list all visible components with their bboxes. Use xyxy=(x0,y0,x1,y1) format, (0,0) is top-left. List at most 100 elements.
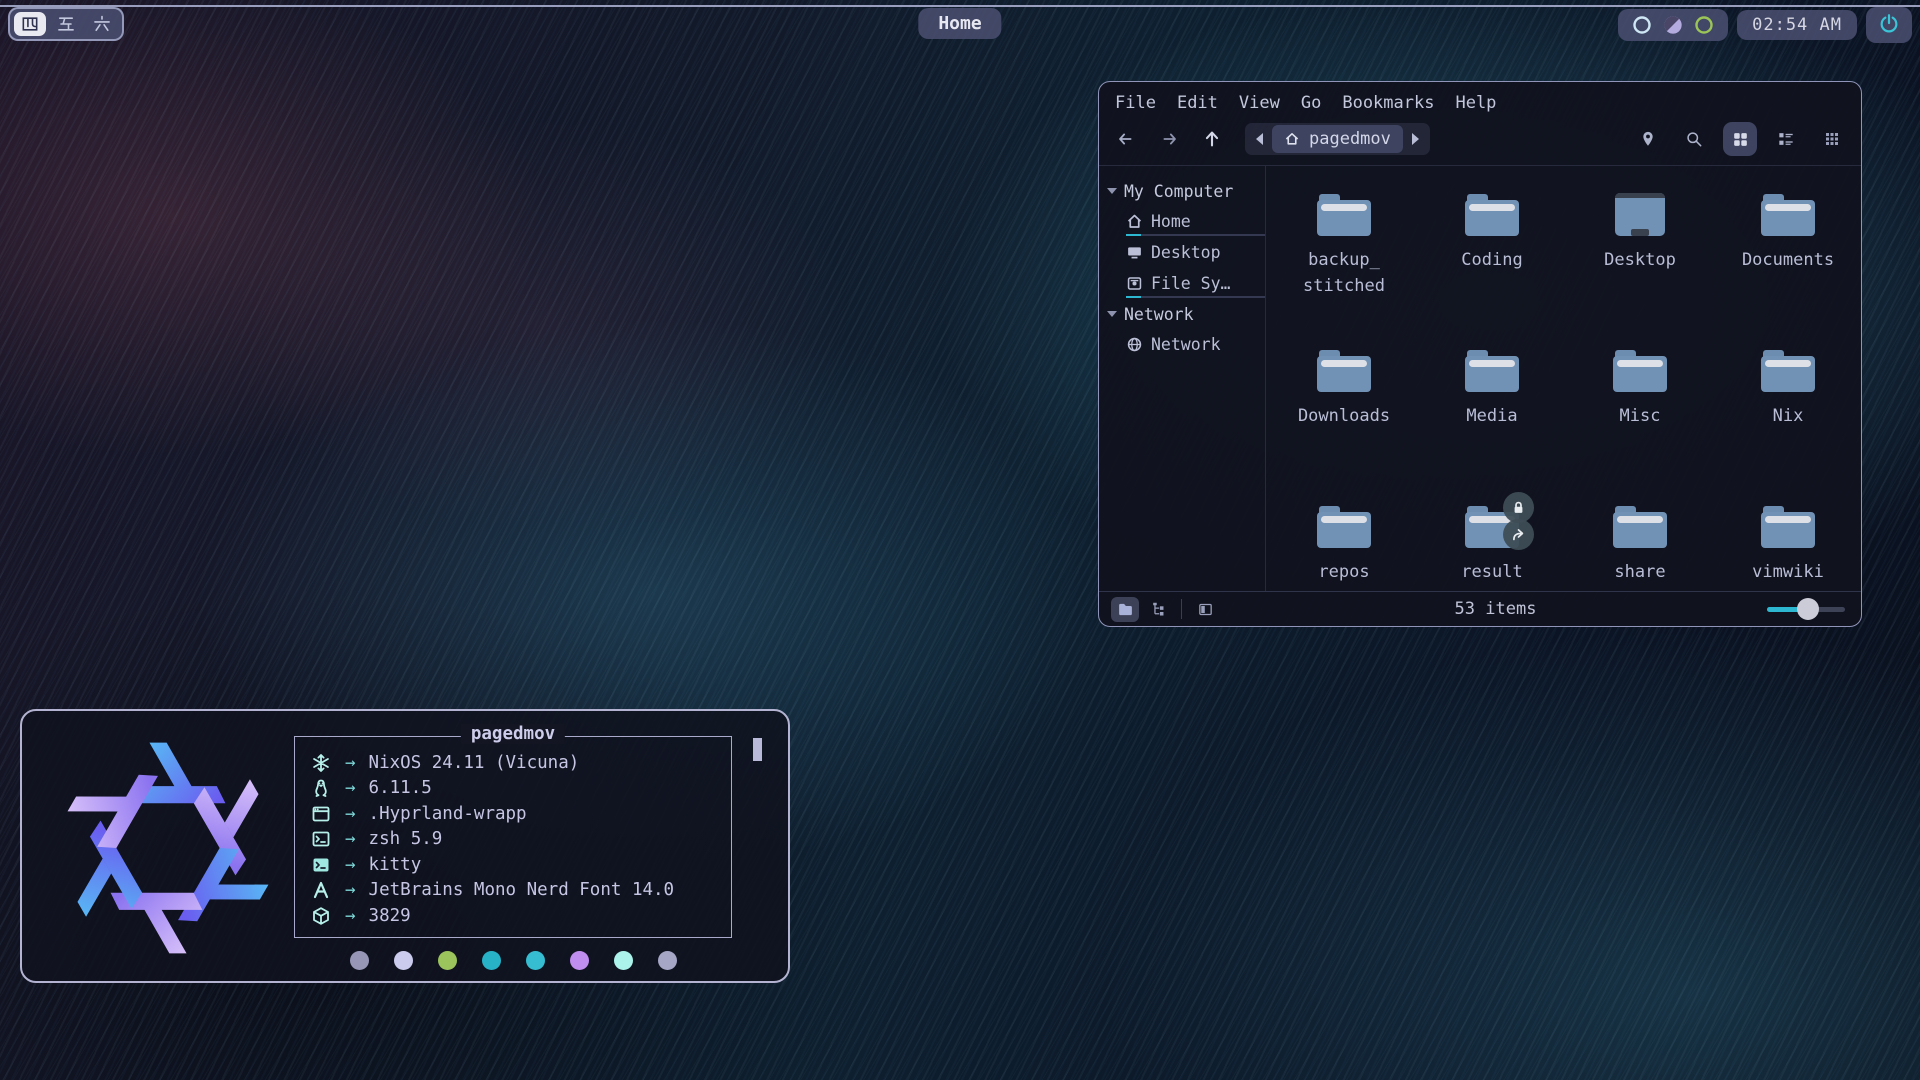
palette-swatch xyxy=(614,951,633,970)
tree-view-button[interactable] xyxy=(1144,597,1172,622)
folder-documents[interactable]: Documents xyxy=(1714,188,1862,273)
kernel-value: 6.11.5 xyxy=(369,778,432,798)
terminal-palette xyxy=(294,951,732,970)
sidebar-item-home[interactable]: Home xyxy=(1107,206,1265,237)
fetch-row-os: → NixOS 24.11 (Vicuna) xyxy=(309,750,717,776)
folder-result[interactable]: result xyxy=(1418,500,1566,585)
forward-icon[interactable] xyxy=(1158,128,1180,150)
desktop-folder-icon xyxy=(1607,188,1673,242)
fetch-row-kernel: → 6.11.5 xyxy=(309,776,717,802)
up-icon[interactable] xyxy=(1201,128,1223,150)
menu-file[interactable]: File xyxy=(1115,93,1156,113)
zoom-slider[interactable] xyxy=(1767,598,1845,620)
sidebar-item-label: File Sy… xyxy=(1151,274,1230,293)
collapse-triangle-icon xyxy=(1107,188,1117,194)
divider xyxy=(1181,599,1182,619)
folder-share[interactable]: share xyxy=(1566,500,1714,585)
folder-icon xyxy=(1755,344,1821,398)
packages-value: 3829 xyxy=(369,906,411,926)
fetch-box: pagedmov → NixOS 24.11 (Vicuna) → 6.11.5 xyxy=(294,736,732,938)
sidebar-section-my-computer[interactable]: My Computer xyxy=(1107,176,1265,206)
sidebar-section-network[interactable]: Network xyxy=(1107,299,1265,329)
menu-bookmarks[interactable]: Bookmarks xyxy=(1342,93,1434,113)
filesystem-icon xyxy=(1126,275,1143,292)
arrow-glyph: → xyxy=(345,906,356,926)
folder-media[interactable]: Media xyxy=(1418,344,1566,429)
show-files-button[interactable] xyxy=(1111,597,1139,622)
sidebar-item-desktop[interactable]: Desktop xyxy=(1107,237,1265,268)
tux-icon xyxy=(311,778,331,798)
menu-go[interactable]: Go xyxy=(1301,93,1321,113)
folder-nix[interactable]: Nix xyxy=(1714,344,1862,429)
folder-repos[interactable]: repos xyxy=(1270,500,1418,585)
terminal-value: kitty xyxy=(369,855,422,875)
location-button[interactable] xyxy=(1631,122,1665,156)
terminal-icon xyxy=(311,855,331,875)
sidebar-item-network[interactable]: Network xyxy=(1107,329,1265,360)
chevron-left-icon[interactable] xyxy=(1256,133,1263,145)
palette-swatch xyxy=(394,951,413,970)
menu-edit[interactable]: Edit xyxy=(1177,93,1218,113)
terminal-window[interactable]: pagedmov → NixOS 24.11 (Vicuna) → 6.11.5 xyxy=(20,709,790,983)
toolbar: pagedmov xyxy=(1099,120,1861,165)
folder-backup_stitched[interactable]: backup_stitched xyxy=(1270,188,1418,299)
workspace-5[interactable] xyxy=(50,12,82,36)
arrow-glyph: → xyxy=(345,804,356,824)
folder-coding[interactable]: Coding xyxy=(1418,188,1566,273)
disk-lavender-icon xyxy=(1663,15,1683,35)
home-icon xyxy=(1126,213,1143,230)
sidebar-item-label: Network xyxy=(1151,335,1221,354)
breadcrumb: pagedmov xyxy=(1245,123,1430,155)
search-button[interactable] xyxy=(1677,122,1711,156)
shell-value: zsh 5.9 xyxy=(369,829,443,849)
workspace-hanzi-4-icon xyxy=(20,14,40,34)
active-window-title: Home xyxy=(918,8,1001,39)
menu-help[interactable]: Help xyxy=(1455,93,1496,113)
power-icon xyxy=(1878,12,1900,34)
workspace-6[interactable] xyxy=(86,12,118,36)
clock[interactable]: 02:54 AM xyxy=(1737,10,1857,40)
item-count: 53 items xyxy=(1224,599,1767,619)
workspace-switcher xyxy=(8,7,124,41)
sidebar-item-filesystem[interactable]: File Sy… xyxy=(1107,268,1265,299)
chevron-right-icon[interactable] xyxy=(1412,133,1419,145)
side-pane-toggle-button[interactable] xyxy=(1191,597,1219,622)
nixos-logo xyxy=(42,727,294,969)
workspace-4[interactable] xyxy=(14,12,46,36)
font-icon xyxy=(311,880,331,900)
menu-view[interactable]: View xyxy=(1239,93,1280,113)
folder-downloads[interactable]: Downloads xyxy=(1270,344,1418,429)
fetch-output: pagedmov → NixOS 24.11 (Vicuna) → 6.11.5 xyxy=(294,727,766,969)
folder-icon xyxy=(1755,188,1821,242)
location-pin-icon xyxy=(1638,129,1658,149)
status-indicators[interactable] xyxy=(1618,9,1728,41)
icon-view-button[interactable] xyxy=(1723,122,1757,156)
arrow-glyph: → xyxy=(345,880,356,900)
search-icon xyxy=(1684,129,1704,149)
side-panel-icon xyxy=(1197,601,1214,618)
compact-view-button[interactable] xyxy=(1815,122,1849,156)
status-bar: 53 items xyxy=(1099,591,1861,626)
folder-desktop[interactable]: Desktop xyxy=(1566,188,1714,273)
nix-icon xyxy=(311,753,331,773)
slider-handle[interactable] xyxy=(1797,598,1819,620)
power-button[interactable] xyxy=(1866,7,1912,43)
folder-icon xyxy=(1459,188,1525,242)
folder-icon xyxy=(1311,500,1377,554)
terminal-cursor xyxy=(753,738,762,761)
sidebar-header-label: My Computer xyxy=(1124,182,1233,201)
ring-blue-icon xyxy=(1632,15,1652,35)
sidebar-item-label: Desktop xyxy=(1151,243,1221,262)
folder-icon xyxy=(1755,500,1821,554)
top-bar: Home 02:54 AM xyxy=(0,5,1920,40)
folder-icon xyxy=(1311,188,1377,242)
list-view-button[interactable] xyxy=(1769,122,1803,156)
folder-vimwiki[interactable]: vimwiki xyxy=(1714,500,1862,585)
folder-small-icon xyxy=(1117,601,1134,618)
palette-swatch xyxy=(658,951,677,970)
back-icon[interactable] xyxy=(1115,128,1137,150)
folder-icon xyxy=(1459,344,1525,398)
breadcrumb-current[interactable]: pagedmov xyxy=(1272,125,1403,153)
folder-misc[interactable]: Misc xyxy=(1566,344,1714,429)
home-icon xyxy=(1284,131,1300,147)
